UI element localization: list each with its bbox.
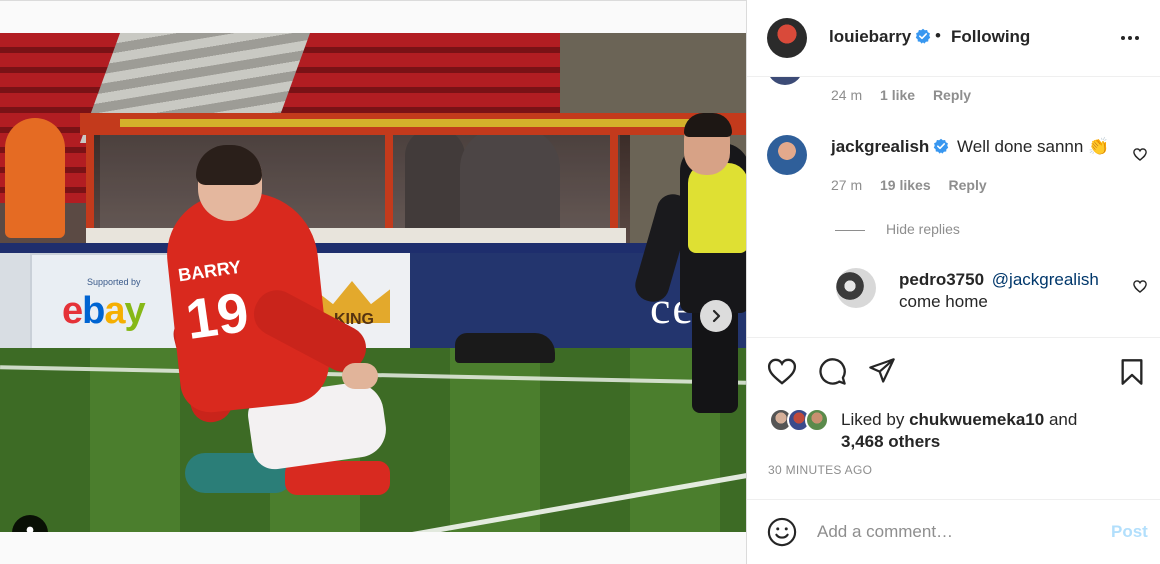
- next-slide-button[interactable]: [700, 300, 732, 332]
- author-avatar[interactable]: [767, 18, 807, 58]
- liked-by-avatars: [769, 408, 835, 432]
- user-tag-icon: [26, 526, 34, 532]
- post-media[interactable]: Supported by ebay KING ce BARRY 19: [0, 33, 746, 532]
- reply-mention[interactable]: @jackgrealish: [992, 270, 1099, 289]
- liked-by-user[interactable]: chukwuemeka10: [909, 410, 1044, 429]
- comment-time: 24 m: [831, 87, 863, 103]
- author-username-row: louiebarry: [829, 27, 931, 47]
- ebay-logo-text: ebay: [62, 290, 146, 332]
- replies-divider: [835, 230, 865, 231]
- chevron-right-icon: [712, 309, 721, 323]
- comment-text: Well done sannn 👏: [957, 137, 1110, 156]
- post-actions: Liked by chukwuemeka10 and 3,468 others …: [747, 337, 1160, 499]
- steward-figure: [5, 118, 65, 238]
- comment-input[interactable]: [817, 518, 1097, 546]
- player-sock: [285, 461, 390, 495]
- dugout-roof: [80, 113, 746, 135]
- verified-icon: [934, 138, 949, 154]
- dugout-stripe: [120, 119, 720, 127]
- commenter-avatar[interactable]: [767, 135, 807, 175]
- reply-text: come home: [899, 292, 988, 311]
- ebay-logo: ebay: [62, 290, 146, 333]
- reply-button[interactable]: Reply: [949, 177, 987, 193]
- ad-board-ebay: Supported by ebay: [30, 253, 190, 353]
- staff-bib: [688, 163, 746, 253]
- reply-button[interactable]: Reply: [933, 87, 971, 103]
- commenter-username[interactable]: jackgrealish: [831, 137, 929, 156]
- reply-body: pedro3750 @jackgrealish come home: [899, 269, 1129, 313]
- liker-avatar[interactable]: [805, 408, 829, 432]
- following-button[interactable]: Following: [951, 27, 1030, 47]
- ebay-logo-letter: a: [104, 290, 125, 332]
- verified-icon: [916, 28, 931, 44]
- ad-supported-text: Supported by: [87, 277, 141, 287]
- player-hand: [342, 363, 378, 389]
- liked-by-text: Liked by chukwuemeka10 and 3,468 others: [841, 409, 1077, 453]
- shirt-number: 19: [181, 279, 253, 352]
- comment-icon[interactable]: [818, 357, 847, 386]
- hide-replies-button[interactable]: Hide replies: [886, 221, 960, 237]
- comment-meta: 27 m 19 likes Reply: [831, 177, 987, 193]
- bookmark-icon[interactable]: [1120, 358, 1144, 386]
- emoji-icon[interactable]: [767, 517, 797, 547]
- add-comment-bar: Post: [747, 499, 1160, 564]
- post-timestamp[interactable]: 30 MINUTES AGO: [768, 463, 872, 477]
- heart-icon[interactable]: [767, 358, 797, 385]
- heart-icon[interactable]: [1133, 280, 1147, 293]
- kit-bag: [455, 333, 555, 363]
- liked-by-connector: and: [1048, 410, 1078, 429]
- post-modal: Supported by ebay KING ce BARRY 19 louie…: [0, 0, 1160, 564]
- reply-avatar[interactable]: [836, 268, 876, 308]
- staff-hair: [684, 113, 732, 137]
- comments-list[interactable]: 24 m 1 like Reply jackgrealish Well done…: [747, 77, 1160, 337]
- liked-by-prefix: Liked by: [841, 410, 905, 429]
- share-icon[interactable]: [868, 357, 896, 385]
- reply-username[interactable]: pedro3750: [899, 270, 984, 289]
- liked-by-others[interactable]: 3,468 others: [841, 432, 940, 451]
- more-icon[interactable]: [1119, 30, 1141, 46]
- commenter-avatar[interactable]: [767, 77, 803, 85]
- post-sidebar: louiebarry • Following 24 m 1 like Reply…: [746, 0, 1160, 564]
- post-header: louiebarry • Following: [747, 0, 1160, 77]
- ebay-logo-letter: b: [82, 290, 105, 332]
- post-comment-button[interactable]: Post: [1111, 522, 1148, 542]
- comment-time: 27 m: [831, 177, 863, 193]
- ebay-logo-letter: e: [62, 290, 83, 332]
- comment-meta: 24 m 1 like Reply: [831, 87, 971, 103]
- header-separator: •: [935, 26, 941, 45]
- comment-likes[interactable]: 1 like: [880, 87, 915, 103]
- ad-board: [0, 253, 30, 353]
- ebay-logo-letter: y: [124, 290, 146, 332]
- top-divider: [0, 0, 746, 1]
- comment-likes[interactable]: 19 likes: [880, 177, 931, 193]
- comment-body: jackgrealish Well done sannn 👏: [831, 136, 1109, 158]
- author-username[interactable]: louiebarry: [829, 27, 911, 46]
- heart-icon[interactable]: [1133, 148, 1147, 161]
